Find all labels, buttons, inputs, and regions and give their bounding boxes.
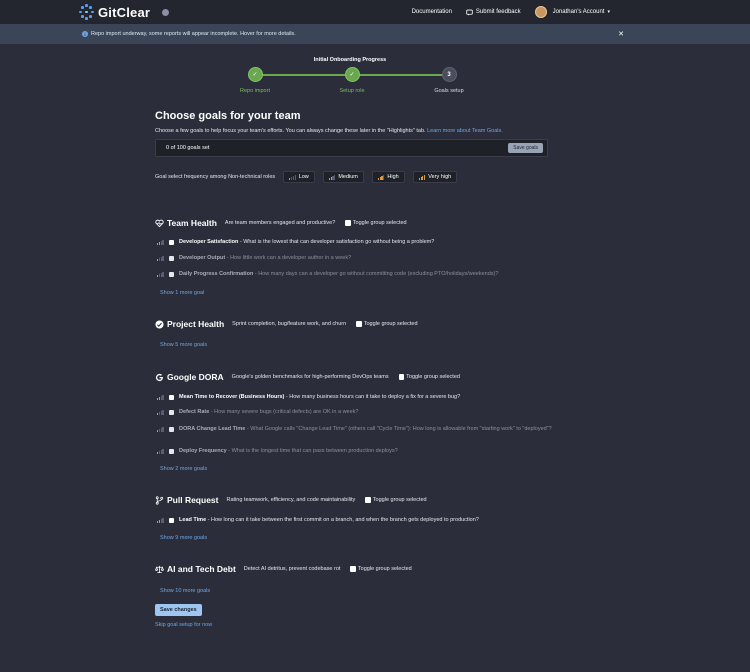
goal-checkbox[interactable]: [168, 426, 175, 432]
check-circle-icon: [155, 319, 164, 329]
goal-checkbox[interactable]: [168, 517, 175, 523]
gitclear-logo-icon: [78, 4, 94, 20]
group-title: Pull Request: [155, 495, 218, 505]
toggle-group-checkbox[interactable]: Toggle group selected: [365, 497, 427, 503]
frequency-bars-icon: [157, 427, 164, 432]
show-more-link[interactable]: Show 5 more goals: [160, 342, 207, 348]
goal-checkbox[interactable]: [168, 271, 175, 277]
group-team-health: Team Health Are team members engaged and…: [155, 218, 575, 228]
frequency-bars-icon: [157, 518, 164, 523]
group-desc: Are team members engaged and productive?: [224, 220, 336, 226]
logo[interactable]: GitClear: [78, 4, 150, 20]
balance-scale-icon: [155, 565, 164, 573]
group-desc: Rating teamwork, efficiency, and code ma…: [226, 497, 356, 503]
group-title: Google DORA: [155, 372, 224, 382]
frequency-bars-icon: [157, 240, 164, 245]
chevron-down-icon: ▾: [607, 9, 610, 15]
goal-developer-satisfaction[interactable]: Developer Satisfaction - What is the low…: [157, 239, 557, 247]
goal-daily-progress-confirmation[interactable]: Daily Progress Confirmation - How many d…: [157, 271, 557, 279]
toggle-group-checkbox[interactable]: Toggle group selected: [345, 220, 407, 226]
goal-mean-time-to-recover[interactable]: Mean Time to Recover (Business Hours) - …: [157, 394, 557, 402]
info-icon: i: [82, 31, 88, 37]
goal-checkbox[interactable]: [168, 394, 175, 400]
toggle-group-checkbox[interactable]: Toggle group selected: [350, 566, 412, 572]
group-title: Team Health: [155, 218, 217, 228]
git-branch-icon: [155, 495, 164, 505]
frequency-bars-icon: [157, 272, 164, 277]
goal-lead-time[interactable]: Lead Time - How long can it take between…: [157, 517, 557, 525]
toggle-group-checkbox[interactable]: Toggle group selected: [398, 374, 460, 380]
group-desc: Detect AI detritus, prevent codebase rot: [243, 566, 341, 572]
show-more-link[interactable]: Show 10 more goals: [160, 588, 210, 594]
group-ai-tech-debt: AI and Tech Debt Detect AI detritus, pre…: [155, 564, 575, 574]
logo-text: GitClear: [98, 4, 151, 20]
goal-defect-rate[interactable]: Defect Rate - How many severe bugs (crit…: [157, 409, 557, 417]
goal-dora-change-lead-time[interactable]: DORA Change Lead Time - What Google call…: [157, 426, 557, 434]
frequency-bars-icon: [157, 410, 164, 415]
save-changes-button[interactable]: Save changes: [155, 604, 202, 616]
heart-pulse-icon: [155, 219, 164, 227]
frequency-bars-icon: [157, 395, 164, 400]
frequency-bars-icon: [157, 449, 164, 454]
goal-checkbox[interactable]: [168, 255, 175, 261]
show-more-link[interactable]: Show 1 more goal: [160, 290, 204, 296]
group-google-dora: Google DORA Google's golden benchmarks f…: [155, 372, 575, 382]
group-title: AI and Tech Debt: [155, 564, 236, 574]
group-pull-request: Pull Request Rating teamwork, efficiency…: [155, 495, 575, 505]
google-icon: [155, 373, 163, 381]
group-title: Project Health: [155, 319, 224, 329]
close-icon[interactable]: ✕: [618, 30, 624, 38]
toggle-group-checkbox[interactable]: Toggle group selected: [356, 321, 418, 327]
group-project-health: Project Health Sprint completion, bug/fe…: [155, 319, 575, 329]
frequency-bars-icon: [157, 256, 164, 261]
skip-goal-setup-link[interactable]: Skip goal setup for now: [155, 622, 212, 628]
goal-checkbox[interactable]: [168, 448, 175, 454]
goal-deploy-frequency[interactable]: Deploy Frequency - What is the longest t…: [157, 448, 557, 456]
show-more-link[interactable]: Show 9 more goals: [160, 535, 207, 541]
group-desc: Sprint completion, bug/feature work, and…: [232, 321, 347, 327]
goal-developer-output[interactable]: Developer Output - How little work can a…: [157, 255, 557, 263]
group-desc: Google's golden benchmarks for high-perf…: [231, 374, 389, 380]
show-more-link[interactable]: Show 2 more goals: [160, 466, 207, 472]
goal-checkbox[interactable]: [168, 409, 175, 415]
goal-checkbox[interactable]: [168, 239, 175, 245]
